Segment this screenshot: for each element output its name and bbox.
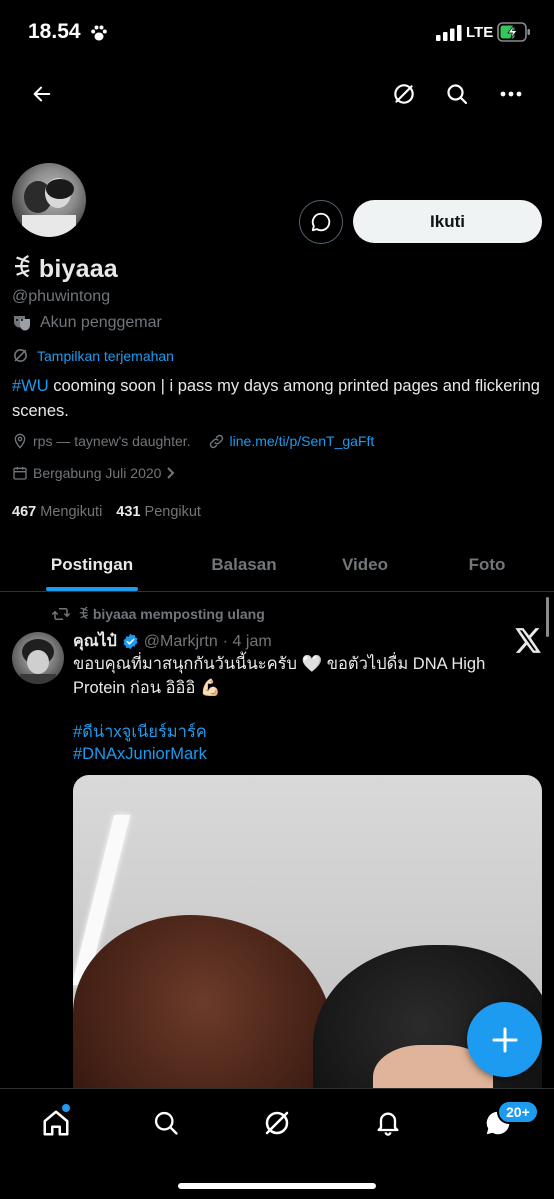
back-button[interactable] bbox=[22, 74, 62, 114]
link-icon bbox=[209, 434, 223, 448]
post-author-name[interactable]: คุณไป๋ bbox=[73, 629, 117, 654]
grok-button[interactable] bbox=[384, 74, 424, 114]
profile-meta: rps — taynew's daughter. line.me/ti/p/Se… bbox=[12, 432, 374, 450]
grok-icon bbox=[265, 1111, 289, 1135]
paw-icon bbox=[90, 24, 108, 42]
nav-grok[interactable] bbox=[257, 1103, 297, 1143]
network-label: LTE bbox=[466, 24, 494, 41]
fan-account-text: Akun penggemar bbox=[40, 314, 162, 331]
follow-stats: 467 Mengikuti 431 Pengikut bbox=[12, 504, 201, 520]
home-indicator[interactable] bbox=[178, 1183, 376, 1189]
repost-icon bbox=[52, 608, 70, 620]
followers-label: Pengikut bbox=[144, 504, 201, 520]
scrollbar[interactable] bbox=[546, 597, 549, 637]
message-button[interactable] bbox=[299, 200, 343, 244]
signal-icon bbox=[436, 25, 462, 41]
verified-badge-icon bbox=[123, 633, 138, 650]
battery-charging-icon bbox=[497, 22, 531, 42]
search-icon bbox=[447, 84, 468, 105]
following-stat[interactable]: 467 Mengikuti bbox=[12, 504, 102, 520]
post-time: · 4 jam bbox=[222, 632, 272, 650]
translate-icon bbox=[394, 84, 414, 104]
post-hashtag[interactable]: #DNAxJuniorMark bbox=[73, 743, 207, 765]
bio-hashtag[interactable]: #WU bbox=[12, 377, 49, 395]
post-hashtag[interactable]: #ดีน่าxจูเนียร์มาร์ค bbox=[73, 721, 207, 743]
profile-bio: #WU cooming soon | i pass my days among … bbox=[12, 374, 542, 424]
profile-avatar[interactable] bbox=[12, 163, 86, 237]
profile-handle: @phuwintong bbox=[12, 288, 111, 305]
repost-text: ꉂ biyaaa memposting ulang bbox=[78, 606, 265, 622]
post-hashtags: #ดีน่าxจูเนียร์มาร์ค #DNAxJuniorMark bbox=[73, 721, 207, 765]
photo-person-left bbox=[73, 915, 333, 1105]
chevron-right-icon bbox=[167, 467, 175, 479]
status-bar: 18.54 LTE bbox=[0, 0, 554, 66]
following-label: Mengikuti bbox=[40, 504, 103, 520]
profile-link[interactable]: line.me/ti/p/SenT_gaFft bbox=[208, 433, 375, 450]
calendar-icon bbox=[13, 467, 27, 480]
back-arrow-icon bbox=[33, 86, 51, 102]
joined-text: Bergabung Juli 2020 bbox=[33, 465, 162, 481]
joined-date[interactable]: Bergabung Juli 2020 bbox=[12, 465, 176, 481]
home-notification-dot bbox=[62, 1104, 70, 1112]
show-translation-link[interactable]: Tampilkan terjemahan bbox=[12, 347, 174, 364]
translate-icon bbox=[14, 349, 27, 362]
profile-tabs: Postingan Balasan Video Foto bbox=[0, 538, 554, 592]
repost-label: ꉂ biyaaa memposting ulang bbox=[52, 605, 265, 623]
followers-count: 431 bbox=[116, 504, 141, 520]
nav-notifications[interactable] bbox=[368, 1103, 408, 1143]
post-author-handle[interactable]: @Markjrtn bbox=[144, 633, 218, 651]
show-translation-text: Tampilkan terjemahan bbox=[37, 347, 174, 364]
bio-text: cooming soon | i pass my days among prin… bbox=[12, 377, 540, 420]
post-text: ขอบคุณที่มาสนุกกันวันนี้นะครับ 🤍 ขอตัวไป… bbox=[73, 655, 486, 697]
following-count: 467 bbox=[12, 504, 37, 520]
x-logo-icon bbox=[515, 628, 542, 653]
message-count-badge: 20+ bbox=[497, 1100, 539, 1124]
display-name: ꉂ biyaaa bbox=[12, 255, 118, 283]
chat-bubble-icon bbox=[311, 212, 331, 232]
search-button[interactable] bbox=[437, 74, 477, 114]
nav-home[interactable] bbox=[36, 1103, 76, 1143]
plus-icon bbox=[492, 1027, 517, 1052]
profile-link-text[interactable]: line.me/ti/p/SenT_gaFft bbox=[230, 433, 375, 449]
location: rps — taynew's daughter. bbox=[12, 432, 191, 450]
more-icon bbox=[500, 91, 522, 97]
masks-icon bbox=[14, 316, 30, 331]
status-time: 18.54 bbox=[28, 20, 81, 43]
post-header: คุณไป๋ @Markjrtn · 4 jam bbox=[73, 629, 272, 654]
location-pin-icon bbox=[14, 433, 26, 449]
followers-stat[interactable]: 431 Pengikut bbox=[116, 504, 201, 520]
notifications-icon bbox=[377, 1112, 399, 1136]
search-icon bbox=[154, 1111, 178, 1135]
location-text: rps — taynew's daughter. bbox=[33, 433, 191, 449]
nav-search[interactable] bbox=[146, 1103, 186, 1143]
active-tab-indicator bbox=[46, 587, 138, 591]
tab-photos[interactable]: Foto bbox=[437, 538, 537, 592]
fan-account-label: Akun penggemar bbox=[12, 314, 162, 332]
tab-replies[interactable]: Balasan bbox=[184, 538, 304, 592]
tab-video[interactable]: Video bbox=[310, 538, 420, 592]
compose-button[interactable] bbox=[467, 1002, 542, 1077]
home-icon bbox=[43, 1110, 69, 1136]
more-button[interactable] bbox=[491, 74, 531, 114]
tab-posts[interactable]: Postingan bbox=[27, 538, 157, 592]
post-author-avatar[interactable] bbox=[12, 632, 64, 684]
follow-button[interactable]: Ikuti bbox=[353, 200, 542, 243]
